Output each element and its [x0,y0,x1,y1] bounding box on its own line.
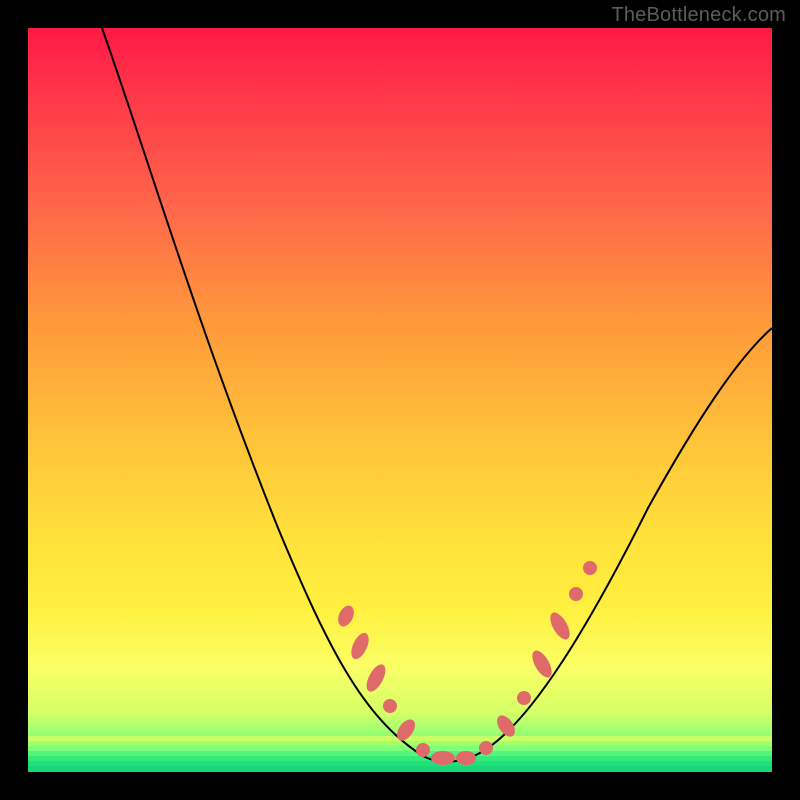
watermark-text: TheBottleneck.com [611,4,786,27]
bottleneck-curve [102,28,772,762]
marker-group [335,561,597,765]
curve-layer [28,28,772,772]
chart-stage: TheBottleneck.com [0,0,800,800]
